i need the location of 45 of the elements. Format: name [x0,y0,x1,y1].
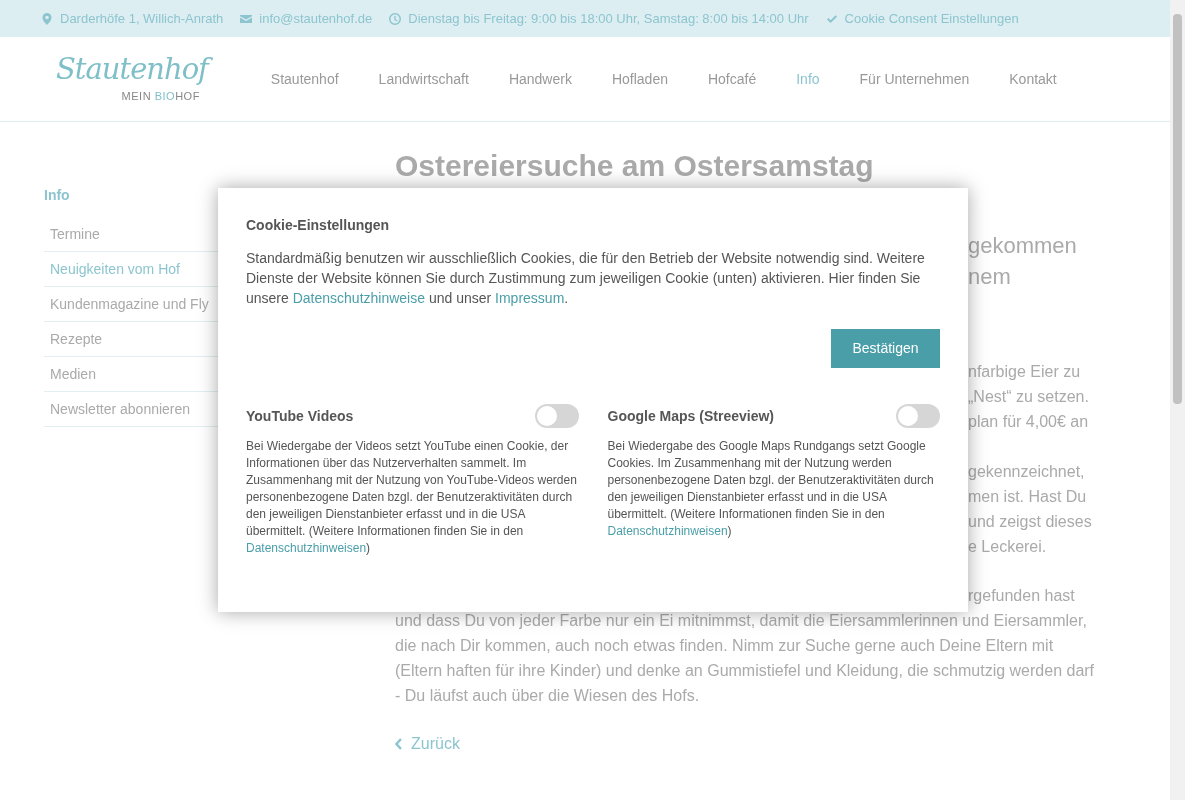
lead-text: nem [968,263,1011,291]
cookie-description: Bei Wiedergabe des Google Maps Rundgangs setzt Google Cookies. Im Zusammenhang mit der Nutzung werden personenbezogene Daten bzgl. der Benutzeraktivitäten durch den jeweiligen Dienstanbieter erfasst und in die USA übermittelt. (Weitere Informationen finden Sie in den Datenschutzhinweisen) [607,438,935,540]
sidebar-title: Info [44,186,71,205]
paragraph-text: nfarbige Eier zu [968,362,1081,382]
scrollbar-thumb[interactable] [1173,14,1182,404]
nav-link[interactable]: Für Unternehmen [839,60,990,98]
nav-link[interactable]: Landwirtschaft [358,60,489,98]
back-link[interactable]: Zurück [395,732,460,756]
chevron-left-icon [395,738,403,750]
lead-text: gekommen [968,232,1077,260]
article-title: Ostereiersuche am Ostersamstag [395,148,874,184]
toggle-switch[interactable] [534,404,579,428]
paragraph-text: und dass Du von jeder Farbe nur ein Ei mitnimmst, damit die Eiersammlerinnen und Eiersammler, [395,611,1088,631]
text-link[interactable]: Datenschutzhinweisen [607,524,728,538]
nav-link[interactable]: Kontakt [989,60,1077,98]
paragraph-text: rgefunden hast [968,586,1075,606]
envelope-icon [240,12,253,25]
text-link[interactable]: Datenschutzhinweisen [246,541,367,555]
topbar-text: Dienstag bis Freitag: 9:00 bis 18:00 Uhr, Samstag: 8:00 bis 14:00 Uhr [408,9,809,28]
paragraph-text: men ist. Hast Du [968,487,1087,507]
cookie-title: Google Maps (Streeview) [607,406,774,426]
paragraph-text: die nach Dir kommen, auch noch etwas finden. Nimm zur Suche gerne auch Deine Eltern mit [395,636,1055,656]
pin-icon [41,12,53,25]
paragraph-text: - Du läufst auch über die Wiesen des Hofs. [395,686,701,706]
check-icon [825,12,838,25]
nav-link[interactable]: Hofcafé [687,60,777,98]
nav-link[interactable]: Hofladen [591,60,688,98]
cookie-description: Bei Wiedergabe der Videos setzt YouTube einen Cookie, der Informationen über das Nutzerverhalten sammelt. Im Zusammenhang mit der Nutzung von YouTube-Videos werden personenbezogene Daten bzgl. der Benutzeraktivitäten durch den jeweiligen Dienstanbieter erfasst und in die USA übermittelt. (Weitere Informationen finden Sie in den Datenschutzhinweisen) [246,438,578,557]
scrollbar[interactable] [1170,0,1185,800]
paragraph-text: und zeigst dieses [968,512,1092,532]
paragraph-text: (Eltern haften für ihre Kinder) und denke an Gummistiefel und Kleidung, die schmutzig werden darf [395,661,1096,681]
paragraph-text: „Nest“ zu setzen. [968,387,1089,407]
topbar-text: info@stautenhof.de [259,9,373,28]
nav-link[interactable]: Handwerk [488,60,592,98]
paragraph-text: e Leckerei. [968,537,1047,557]
confirm-button[interactable]: Bestätigen [831,329,940,368]
topbar-text: Darderhöfe 1, Willich-Anrath [60,9,224,28]
topbar-text[interactable]: Cookie Consent Einstellungen [844,8,1019,29]
clock-icon [389,12,402,25]
nav-link[interactable]: Info [776,60,840,98]
logo[interactable]: Stautenhof MEIN BIOHOF [54,50,220,108]
toggle-switch[interactable] [896,404,940,428]
paragraph-text: plan für 4,00€ an [968,412,1089,432]
nav-link[interactable]: Stautenhof [250,60,359,98]
paragraph-text: gekennzeichnet, [968,462,1085,482]
